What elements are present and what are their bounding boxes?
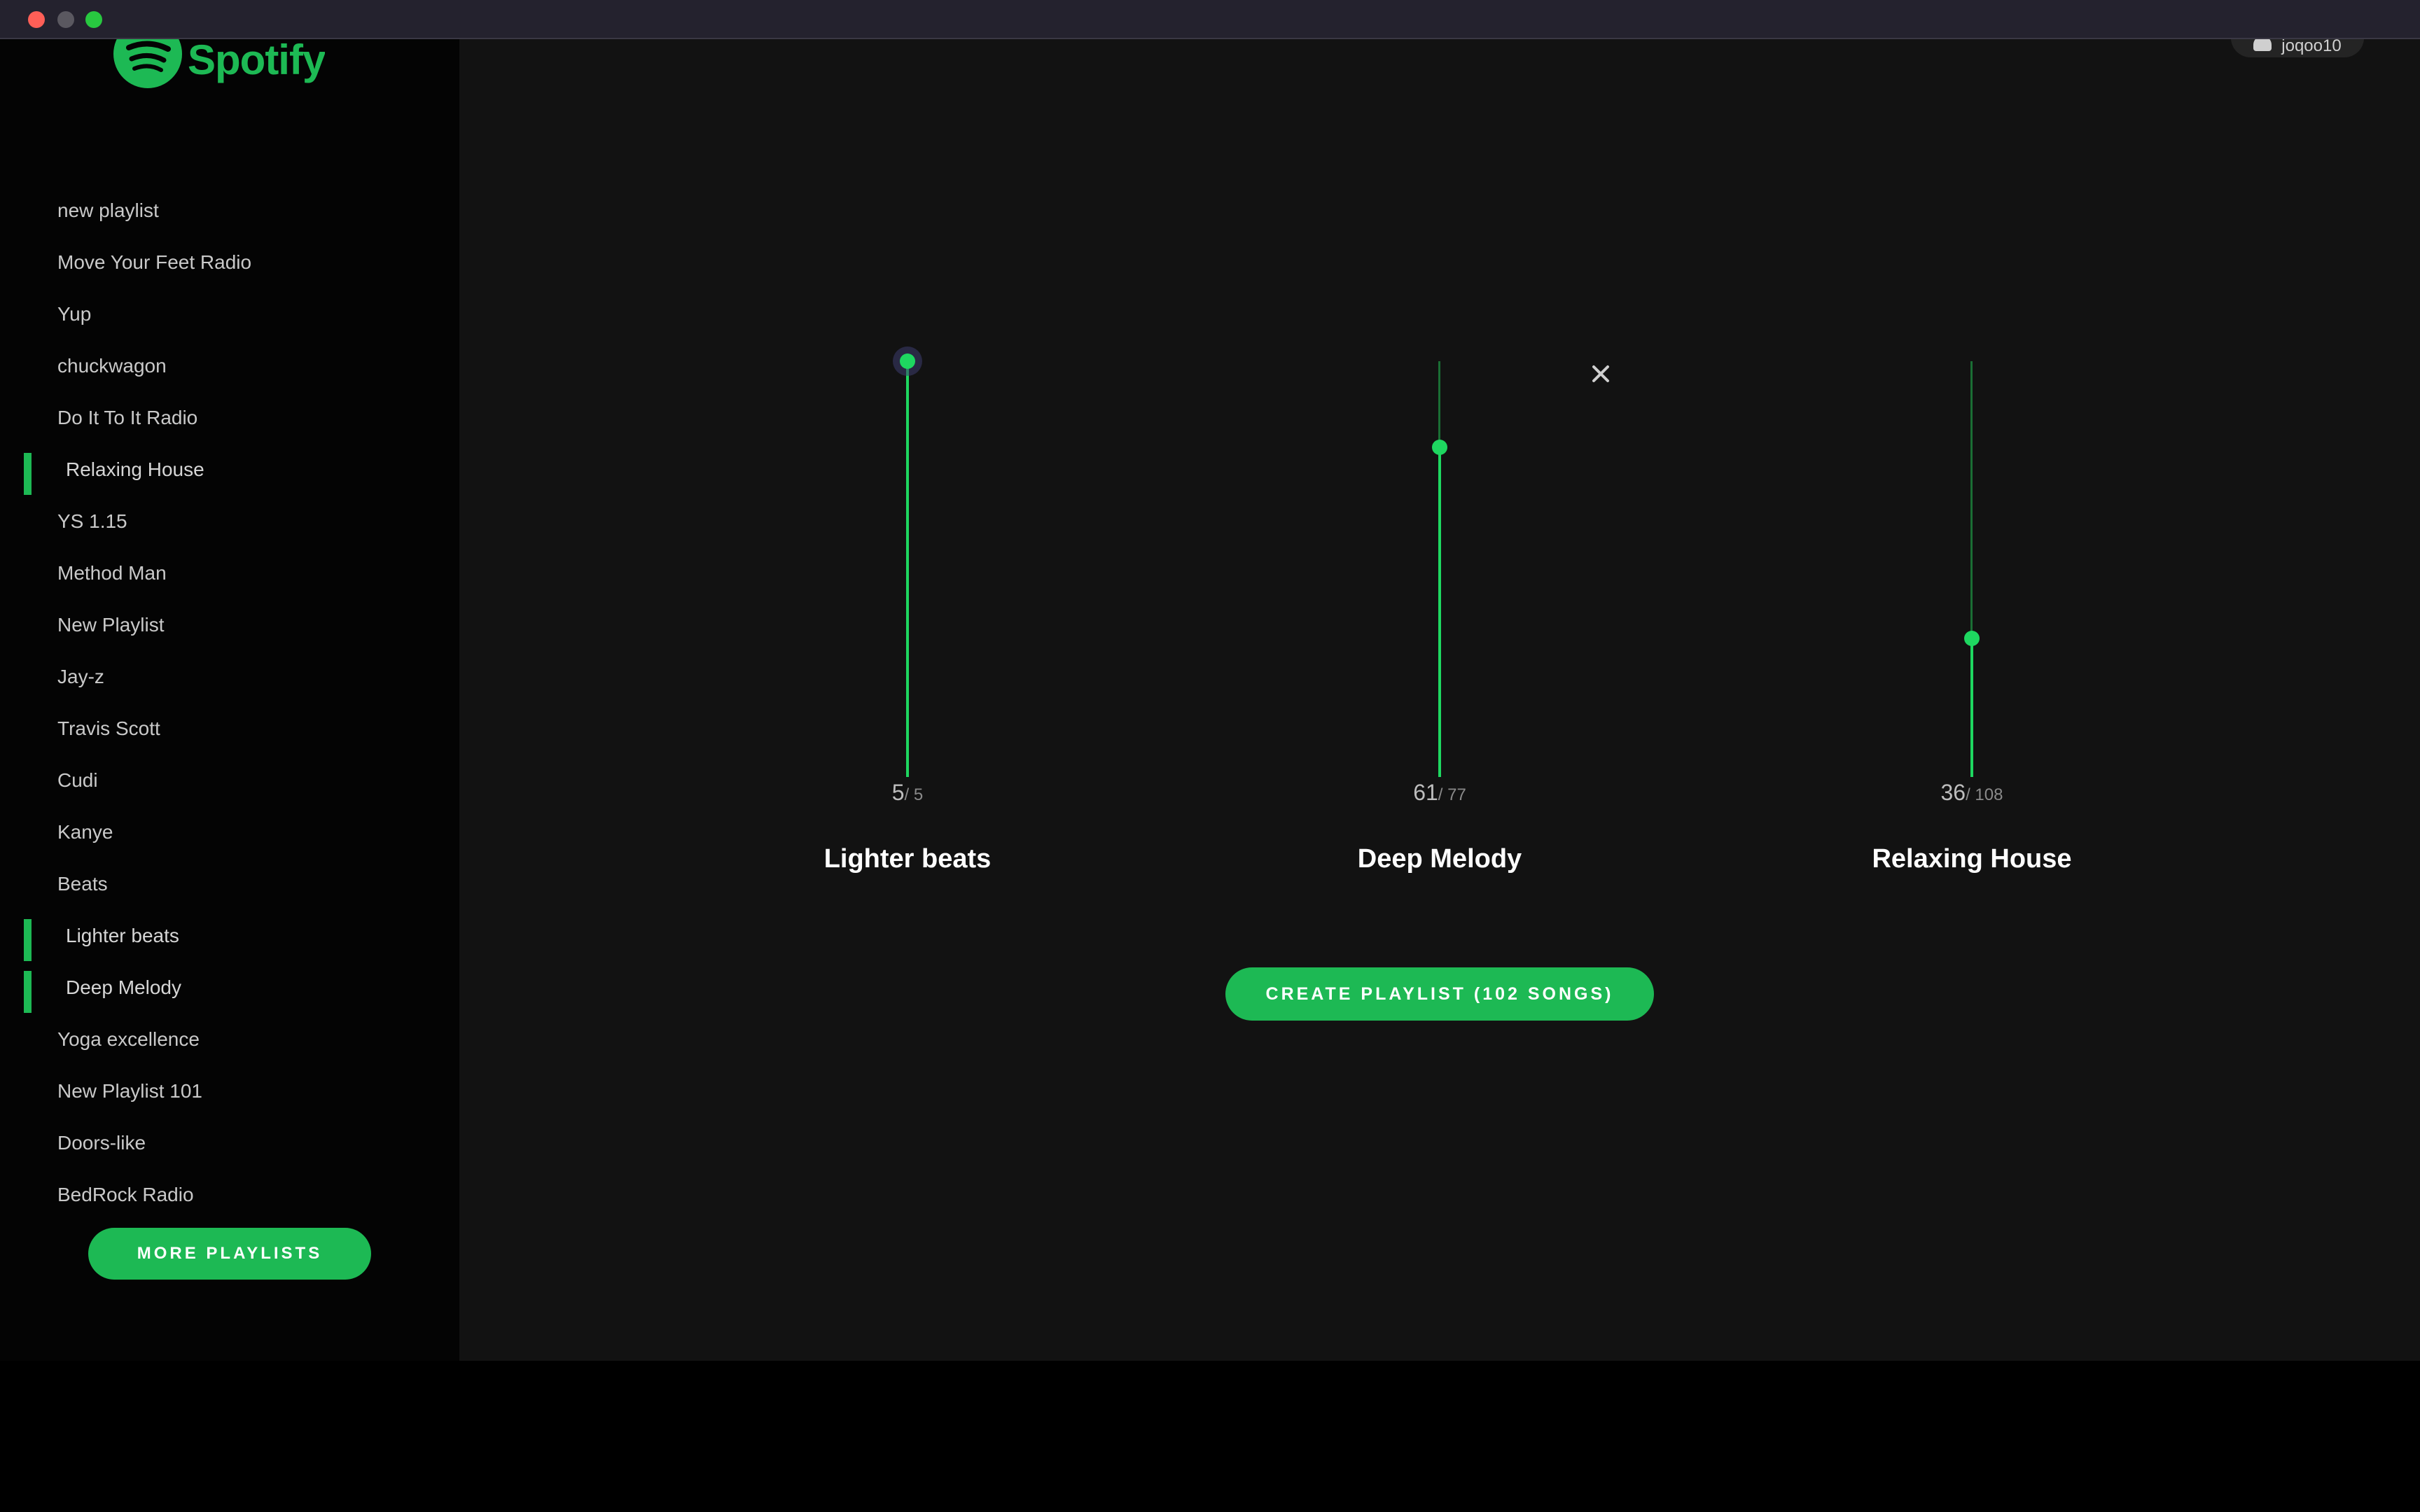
sidebar-item[interactable]: Kanye <box>0 806 459 858</box>
sidebar-item-label: Jay-z <box>57 666 104 687</box>
sidebar-item-label: Deep Melody <box>66 976 181 998</box>
sidebar-item[interactable]: YS 1.15 <box>0 496 459 547</box>
selected-indicator <box>24 919 32 961</box>
minimize-window-button[interactable] <box>57 11 74 28</box>
username: joqoo10 <box>2281 36 2342 55</box>
slider-track[interactable] <box>1970 361 1973 638</box>
app-window: Spotify new playlist Move Your Feet Radio… <box>0 18 2420 1361</box>
sidebar-item[interactable]: New Playlist 101 <box>0 1065 459 1117</box>
sidebar-item[interactable]: Lighter beats <box>0 910 459 962</box>
sidebar-item[interactable]: Move Your Feet Radio <box>0 237 459 288</box>
create-playlist-button[interactable]: CREATE PLAYLIST (102 SONGS) <box>1225 967 1654 1021</box>
sidebar-item[interactable]: Travis Scott <box>0 703 459 755</box>
maximize-window-button[interactable] <box>85 11 102 28</box>
slider-fill[interactable] <box>906 361 909 777</box>
slider-thumb[interactable] <box>900 354 915 369</box>
sidebar-item-label: BedRock Radio <box>57 1184 194 1205</box>
sidebar-item[interactable]: New Playlist <box>0 599 459 651</box>
slider-fill[interactable] <box>1438 447 1441 777</box>
sidebar-item-label: Relaxing House <box>66 458 204 480</box>
sidebar-item[interactable]: Deep Melody <box>0 962 459 1014</box>
song-count-value: 36 <box>1940 780 1966 805</box>
close-window-button[interactable] <box>28 11 45 28</box>
sidebar-item-label: Cudi <box>57 769 98 791</box>
selected-indicator <box>24 453 32 495</box>
song-count-total: / 77 <box>1438 785 1466 804</box>
song-count-total: / 108 <box>1966 785 2003 804</box>
slider-thumb[interactable] <box>1432 440 1447 456</box>
more-playlists-button[interactable]: MORE PLAYLISTS <box>88 1228 371 1280</box>
sidebar-item-label: Travis Scott <box>57 718 160 739</box>
sidebar-item-label: Kanye <box>57 821 113 843</box>
sidebar-item-label: New Playlist <box>57 614 165 636</box>
window-titlebar <box>0 0 2420 39</box>
sidebar-item[interactable]: new playlist <box>0 185 459 237</box>
brand-name: Spotify <box>188 39 326 83</box>
sidebar-item-label: YS 1.15 <box>57 510 127 532</box>
sidebar: Spotify new playlist Move Your Feet Radio… <box>0 39 459 1361</box>
sidebar-item[interactable]: BedRock Radio <box>0 1169 459 1221</box>
playlist-title: Relaxing House <box>1872 844 2072 874</box>
sidebar-item[interactable]: Do It To It Radio <box>0 392 459 444</box>
spotify-logo[interactable]: Spotify <box>113 39 325 88</box>
spotify-logo-icon <box>113 39 182 88</box>
song-count-value: 61 <box>1413 780 1438 805</box>
song-count: 36/ 108 <box>1790 780 2154 806</box>
sidebar-item[interactable]: Yoga excellence <box>0 1014 459 1065</box>
sidebar-item-label: Method Man <box>57 562 167 584</box>
sidebar-item-label: Lighter beats <box>66 925 179 946</box>
song-count-value: 5 <box>891 780 905 805</box>
song-count: 61/ 77 <box>1258 780 1622 806</box>
sidebar-item[interactable]: Jay-z <box>0 651 459 703</box>
sidebar-item[interactable]: chuckwagon <box>0 340 459 392</box>
playlist-title: Deep Melody <box>1357 844 1522 874</box>
close-icon[interactable] <box>1585 358 1616 389</box>
sidebar-item-label: New Playlist 101 <box>57 1080 202 1102</box>
song-count: 5/ 5 <box>725 780 1090 806</box>
sidebar-item[interactable]: Cudi <box>0 755 459 806</box>
playlist-list: new playlist Move Your Feet Radio Yup chuck… <box>0 185 459 1221</box>
selected-indicator <box>24 971 32 1013</box>
sidebar-item-label: Yup <box>57 303 92 325</box>
playlist-title: Lighter beats <box>823 844 992 874</box>
sidebar-item-label: Beats <box>57 873 108 895</box>
sidebar-item-label: Move Your Feet Radio <box>57 251 252 273</box>
sidebar-item[interactable]: Doors-like <box>0 1117 459 1169</box>
sidebar-item-label: Do It To It Radio <box>57 407 198 428</box>
sidebar-item[interactable]: Relaxing House <box>0 444 459 496</box>
slider-track[interactable] <box>1438 361 1440 448</box>
sidebar-item[interactable]: Yup <box>0 288 459 340</box>
sidebar-item-label: Doors-like <box>57 1132 146 1154</box>
slider-thumb[interactable] <box>1964 631 1980 646</box>
sidebar-item-label: chuckwagon <box>57 355 167 377</box>
sidebar-item-label: new playlist <box>57 200 159 221</box>
mixer-panel: joqoo10 5/ 5 Lighter beats 61/ 77 Deep Melo… <box>459 18 2420 1361</box>
sidebar-item[interactable]: Beats <box>0 858 459 910</box>
slider-fill[interactable] <box>1970 638 1973 777</box>
sidebar-item[interactable]: Method Man <box>0 547 459 599</box>
song-count-total: / 5 <box>904 785 924 804</box>
sidebar-item-label: Yoga excellence <box>57 1028 200 1050</box>
